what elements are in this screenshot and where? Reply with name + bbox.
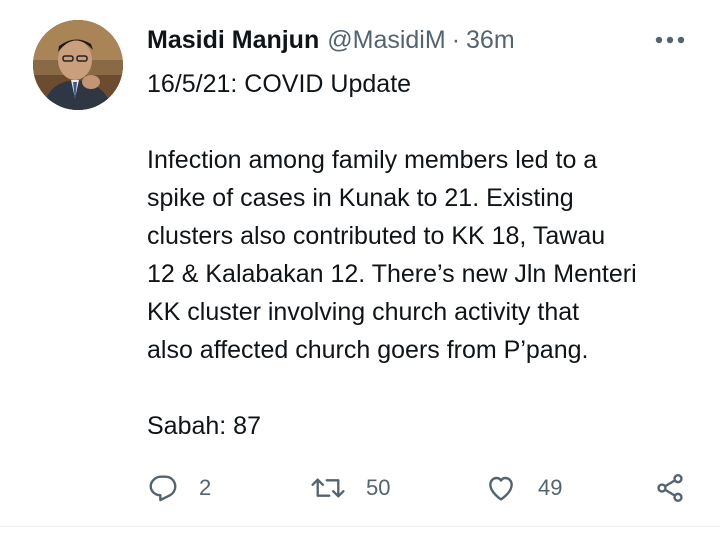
tweet-line: Infection among family members led to a bbox=[147, 146, 598, 174]
tweet-text: 16/5/21: COVID Update Infection among fa… bbox=[147, 65, 707, 445]
tweet-line: 16/5/21: COVID Update bbox=[147, 70, 412, 98]
divider bbox=[0, 526, 720, 527]
like-count: 49 bbox=[538, 475, 563, 500]
retweet-count: 50 bbox=[366, 475, 391, 500]
avatar-photo bbox=[33, 20, 123, 110]
tweet-line: clusters also contributed to KK 18, Tawa… bbox=[147, 222, 606, 250]
tweet-actions: 2 50 49 bbox=[0, 466, 720, 510]
share-icon bbox=[657, 474, 683, 502]
heart-icon bbox=[489, 476, 513, 501]
timestamp[interactable]: 36m bbox=[466, 26, 515, 55]
separator-dot: · bbox=[451, 25, 461, 54]
like-button[interactable]: 49 bbox=[484, 466, 562, 510]
tweet-line: KK cluster involving church activity tha… bbox=[147, 298, 580, 326]
author-name[interactable]: Masidi Manjun bbox=[147, 26, 319, 55]
tweet-card[interactable]: Masidi Manjun @MasidiM · 36m 16/5/21: CO… bbox=[0, 0, 720, 534]
avatar[interactable] bbox=[33, 20, 123, 110]
reply-button[interactable]: 2 bbox=[147, 466, 211, 510]
tweet-line: 12 & Kalabakan 12. There’s new Jln Mente… bbox=[147, 260, 637, 288]
more-options-button[interactable] bbox=[650, 28, 690, 52]
share-button[interactable] bbox=[654, 466, 686, 510]
more-horizontal-icon bbox=[655, 36, 685, 44]
reply-count: 2 bbox=[199, 475, 212, 500]
tweet-line: spike of cases in Kunak to 21. Existing bbox=[147, 184, 574, 212]
reply-icon bbox=[149, 475, 177, 502]
tweet-line: also affected church goers from P’pang. bbox=[147, 336, 589, 364]
retweet-button[interactable]: 50 bbox=[310, 466, 390, 510]
author-handle[interactable]: @MasidiM bbox=[327, 26, 445, 55]
tweet-line: Sabah: 87 bbox=[147, 412, 261, 440]
tweet-header: Masidi Manjun @MasidiM · 36m bbox=[147, 22, 515, 58]
retweet-icon bbox=[311, 478, 345, 498]
